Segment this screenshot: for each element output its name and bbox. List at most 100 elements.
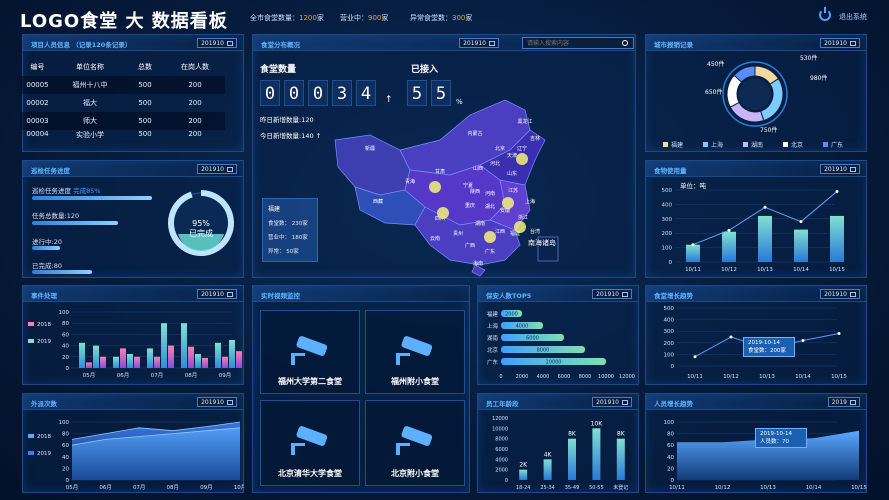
x-tick-label: 6000: [558, 374, 571, 380]
x-tick-label: 25-34: [540, 485, 555, 491]
hotspot-marker[interactable]: [484, 231, 496, 243]
hotspot-marker[interactable]: [437, 207, 449, 219]
bar[interactable]: [543, 459, 552, 480]
table-row[interactable]: 00005 福州十八中 500 200: [20, 76, 225, 94]
map-region[interactable]: [334, 134, 411, 196]
date-picker[interactable]: 201910: [459, 38, 499, 48]
search-icon[interactable]: [622, 40, 628, 46]
bar-2018[interactable]: [113, 356, 119, 368]
line-point[interactable]: [801, 338, 805, 342]
camera-feed[interactable]: 北京附小食堂: [365, 400, 465, 486]
bar-2018[interactable]: [127, 354, 133, 368]
bar[interactable]: [616, 438, 625, 480]
bar[interactable]: [686, 244, 700, 262]
stat-total: 全市食堂数量：1200家: [250, 14, 324, 22]
hotspot-marker[interactable]: [502, 197, 514, 209]
calendar-icon: [850, 400, 856, 405]
search-input[interactable]: [523, 38, 615, 49]
bar[interactable]: [519, 469, 528, 480]
date-picker[interactable]: 201910: [197, 397, 237, 407]
legend-label: 2019: [37, 451, 51, 457]
personnel-table: 编号 单位名称 总数 在岗人数 00005 福州十八中 500 200 0000…: [20, 58, 225, 142]
date-picker[interactable]: 201910: [197, 164, 237, 174]
province-label: 山东: [507, 170, 517, 177]
bar-2019[interactable]: [168, 345, 174, 368]
table-row[interactable]: 00003 师大 500 200: [20, 112, 225, 130]
date-picker[interactable]: 201910: [592, 397, 632, 407]
line-point[interactable]: [799, 220, 803, 224]
progress-label: 已完成:80: [32, 262, 62, 270]
search-box[interactable]: [522, 37, 634, 49]
bar[interactable]: [568, 438, 576, 480]
line-point[interactable]: [727, 228, 731, 232]
bar[interactable]: [722, 231, 736, 262]
date-picker[interactable]: 201910: [820, 289, 860, 299]
bar-2018[interactable]: [215, 342, 221, 368]
legend-swatch: [703, 142, 708, 147]
bar[interactable]: [830, 215, 844, 262]
y-tick-label: 广东: [487, 358, 499, 366]
y-tick-label: 20: [62, 355, 69, 361]
y-tick-label: 10000: [492, 426, 508, 432]
logout-button[interactable]: 退出系统: [839, 12, 867, 22]
staff-age-chart: 0 2000 4000 6000 8000 10000 12000 2K 18-24 4K 25-3…: [492, 416, 628, 491]
line-point[interactable]: [835, 189, 839, 193]
bar-2019[interactable]: [120, 348, 126, 368]
camera-feed[interactable]: 福州附小食堂: [365, 310, 465, 394]
bar-2018[interactable]: [79, 342, 85, 368]
camera-feed[interactable]: 北京清华大学食堂: [260, 400, 360, 486]
pie-value-label: 650件: [705, 88, 722, 96]
camera-feed[interactable]: 福州大学第二食堂: [260, 310, 360, 394]
line-point[interactable]: [837, 332, 841, 336]
date-picker[interactable]: 2019: [827, 397, 860, 407]
bar-2019[interactable]: [236, 351, 242, 368]
x-tick-label: 0: [499, 374, 502, 380]
info-region: 福建: [268, 206, 281, 213]
x-tick-label: 10/14: [795, 374, 811, 380]
date-picker[interactable]: 201910: [820, 164, 860, 174]
food-usage-chart: 0 100 200 300 400 500 10/11 10/12 10/13 10/14 10/1…: [662, 188, 846, 273]
line-point[interactable]: [763, 205, 767, 209]
date-picker[interactable]: 201910: [820, 38, 860, 48]
line-point[interactable]: [691, 243, 695, 247]
bar-2018[interactable]: [229, 340, 235, 368]
bar-2018[interactable]: [93, 345, 99, 368]
bar-2019[interactable]: [202, 357, 208, 368]
table-row[interactable]: 00002 福大 500 200: [20, 94, 225, 112]
bar-2018[interactable]: [181, 323, 187, 368]
line-point[interactable]: [693, 355, 697, 359]
bar-2019[interactable]: [100, 356, 106, 368]
pie-value-label: 450件: [707, 60, 724, 68]
x-tick-label: 2000: [516, 374, 529, 380]
x-tick-label: 10/13: [757, 267, 773, 273]
bar-2018[interactable]: [147, 348, 153, 368]
hotspot-marker[interactable]: [514, 221, 526, 233]
hotspot-marker[interactable]: [429, 181, 441, 193]
y-tick-label: 北京: [487, 346, 499, 354]
province-label: 云南: [430, 235, 440, 242]
bar-2019[interactable]: [86, 362, 92, 368]
hotspot-marker[interactable]: [516, 153, 528, 165]
date-picker[interactable]: 201910: [197, 38, 237, 48]
line-point[interactable]: [729, 335, 733, 339]
yesterday-count: 昨日新增数量:120: [260, 116, 314, 124]
bar-2019[interactable]: [188, 346, 194, 368]
bar-2019[interactable]: [134, 356, 140, 368]
table-row[interactable]: 00004 实验小学 500 200: [20, 130, 225, 142]
bar-2018[interactable]: [161, 323, 167, 368]
y-tick-label: 80: [62, 321, 69, 327]
bar[interactable]: [592, 428, 601, 480]
date-picker[interactable]: 201910: [197, 289, 237, 299]
panel-title: 巡检任务进度: [31, 167, 70, 175]
bar-2019[interactable]: [154, 356, 160, 368]
today-count: 今日新增数量:140 ↑: [260, 132, 322, 140]
province-label: 河南: [485, 190, 495, 197]
date-picker[interactable]: 201910: [592, 289, 632, 299]
bar[interactable]: [794, 229, 808, 262]
bar[interactable]: [758, 215, 772, 262]
y-tick-label: 300: [662, 217, 673, 223]
bar-2018[interactable]: [195, 354, 201, 368]
x-tick-label: 07月: [151, 372, 164, 379]
bar-2019[interactable]: [222, 356, 228, 368]
power-icon[interactable]: [819, 7, 831, 21]
